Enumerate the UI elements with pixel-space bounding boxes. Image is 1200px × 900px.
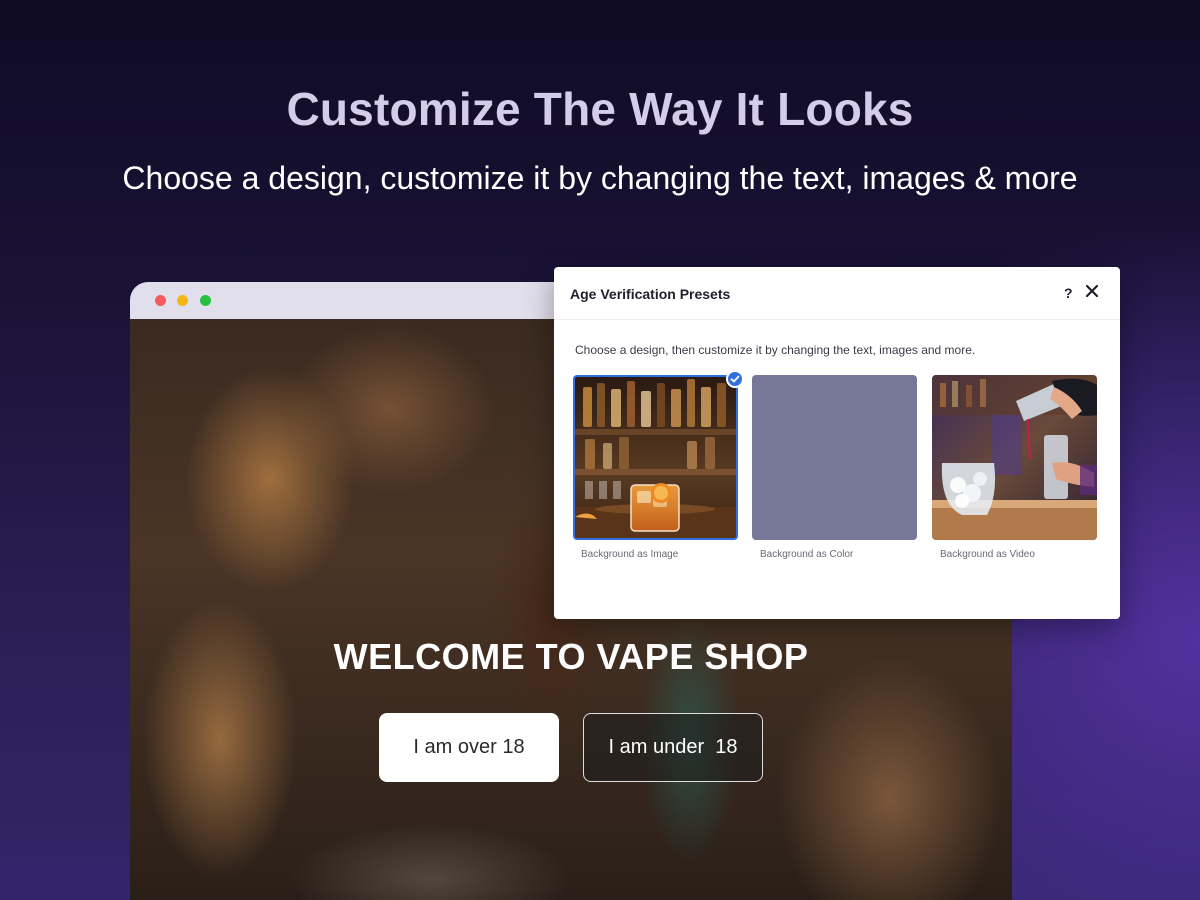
bartender-pour-image bbox=[932, 375, 1097, 540]
preset-background-image[interactable] bbox=[573, 375, 738, 540]
dialog-header: Age Verification Presets ? bbox=[554, 267, 1120, 320]
bar-drink-image bbox=[575, 377, 736, 538]
over-18-button[interactable]: I am over 18 bbox=[379, 713, 559, 782]
preset-background-color[interactable] bbox=[752, 375, 917, 540]
dialog-title: Age Verification Presets bbox=[570, 286, 731, 302]
maximize-dot-icon[interactable] bbox=[200, 295, 211, 306]
dialog-description: Choose a design, then customize it by ch… bbox=[575, 343, 976, 357]
checkmark-icon bbox=[726, 370, 744, 388]
age-verification-presets-dialog: Age Verification Presets ? Choose a desi… bbox=[554, 267, 1120, 619]
under-18-button[interactable]: I am under 18 bbox=[583, 713, 763, 782]
page-headline: Customize The Way It Looks bbox=[286, 83, 914, 135]
close-dot-icon[interactable] bbox=[155, 295, 166, 306]
preset-label-image: Background as Image bbox=[581, 549, 679, 560]
close-icon[interactable] bbox=[1084, 283, 1100, 299]
welcome-heading: WELCOME TO VAPE SHOP bbox=[333, 636, 809, 677]
minimize-dot-icon[interactable] bbox=[177, 295, 188, 306]
help-icon[interactable]: ? bbox=[1064, 285, 1073, 301]
preset-label-color: Background as Color bbox=[760, 549, 854, 560]
preset-label-video: Background as Video bbox=[940, 549, 1035, 560]
preset-background-video[interactable] bbox=[932, 375, 1097, 540]
page-subheadline: Choose a design, customize it by changin… bbox=[122, 160, 1078, 196]
